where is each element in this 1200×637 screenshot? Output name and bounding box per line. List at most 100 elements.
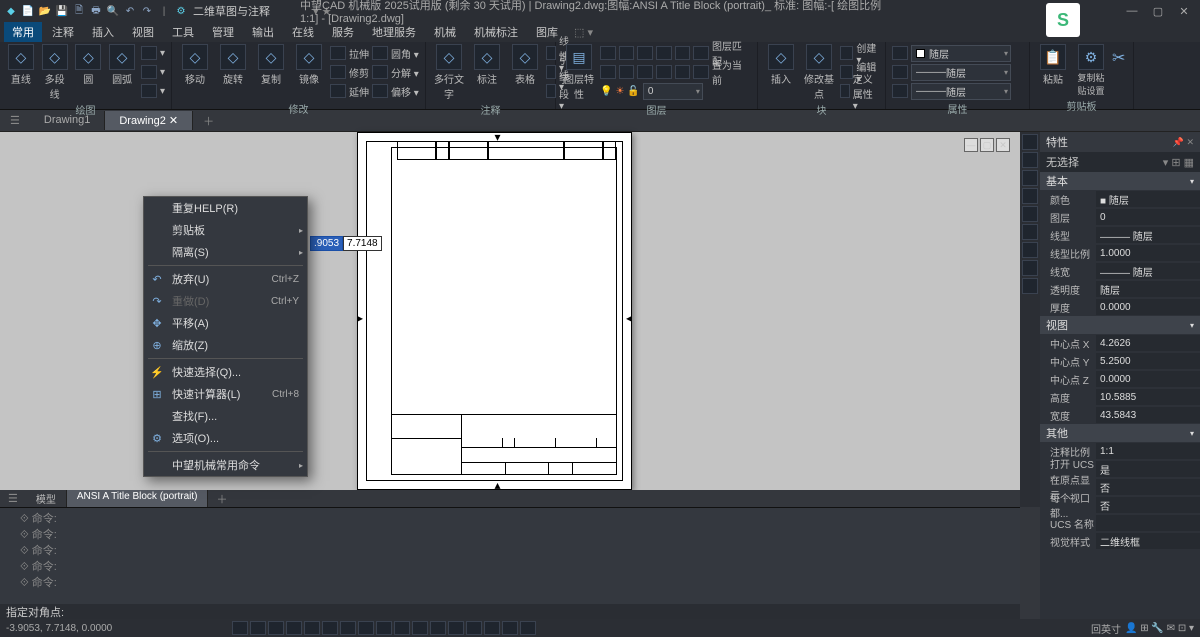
modify-复制[interactable]: ◇复制: [254, 44, 288, 86]
layout-add-button[interactable]: ＋: [208, 491, 235, 507]
layer-combo[interactable]: 0: [643, 83, 703, 100]
draw-圆弧[interactable]: ◇圆弧: [107, 44, 137, 86]
color-combo[interactable]: 随层: [911, 45, 1011, 62]
ctx-重做(D)[interactable]: ↷重做(D)Ctrl+Y: [144, 290, 307, 312]
layer-props-button[interactable]: ▤图层特性: [562, 44, 596, 101]
tab-管理[interactable]: 管理: [204, 22, 242, 42]
cut-icon[interactable]: ✂: [1112, 44, 1125, 68]
workspace-label[interactable]: 二维草图与注释: [193, 3, 270, 19]
ctx-平移(A)[interactable]: ✥平移(A): [144, 312, 307, 334]
doctab-add-button[interactable]: ＋: [193, 113, 224, 129]
block-插入[interactable]: ◇插入: [764, 44, 798, 101]
qat-plot-icon[interactable]: 🖶: [89, 4, 103, 18]
prop-group-基本[interactable]: 基本: [1040, 172, 1200, 190]
qat-redo-icon[interactable]: ↷: [140, 4, 154, 18]
tab-输出[interactable]: 输出: [244, 22, 282, 42]
prop-透明度[interactable]: 透明度随层: [1040, 280, 1200, 298]
title-bar: ◆ 📄 📂 💾 🗎 🖶 🔍 ↶ ↷ | ⚙ 二维草图与注释 ▾ ★ 中望CAD …: [0, 0, 1200, 22]
prop-图层[interactable]: 图层0: [1040, 208, 1200, 226]
layout-menu-icon[interactable]: ☰: [0, 492, 26, 505]
tab-服务[interactable]: 服务: [324, 22, 362, 42]
status-units[interactable]: 回英寸: [1091, 621, 1121, 636]
tab-地理服务[interactable]: 地理服务: [364, 22, 424, 42]
ctx-中望机械常用命令[interactable]: 中望机械常用命令▸: [144, 454, 307, 476]
qat-new-icon[interactable]: 📄: [21, 4, 35, 18]
pin-icon[interactable]: 📌 ✕: [1173, 137, 1194, 148]
ctx-快速选择(Q)...[interactable]: ⚡快速选择(Q)...: [144, 361, 307, 383]
tab-工具[interactable]: 工具: [164, 22, 202, 42]
annot-多行文字[interactable]: ◇多行文字: [432, 44, 466, 101]
vp-close-icon[interactable]: ✕: [996, 138, 1010, 152]
prop-宽度[interactable]: 宽度43.5843: [1040, 406, 1200, 424]
doctab-Drawing1[interactable]: Drawing1: [30, 111, 105, 130]
tab-插入[interactable]: 插入: [84, 22, 122, 42]
prop-线宽[interactable]: 线宽——— 随层: [1040, 262, 1200, 280]
prop-group-其他[interactable]: 其他: [1040, 424, 1200, 442]
modify-旋转[interactable]: ◇旋转: [216, 44, 250, 86]
maximize-button[interactable]: ▢: [1146, 2, 1170, 20]
panel-label-layer: 图层: [562, 101, 751, 118]
tab-常用[interactable]: 常用: [4, 22, 42, 42]
coord-x[interactable]: .9053: [310, 236, 343, 251]
prop-UCS 名称[interactable]: UCS 名称: [1040, 514, 1200, 532]
vp-restore-icon[interactable]: ▢: [980, 138, 994, 152]
mini-定义属性[interactable]: 定义属性 ▾: [840, 82, 879, 100]
modify-移动[interactable]: ◇移动: [178, 44, 212, 86]
modify-镜像[interactable]: ◇镜像: [292, 44, 326, 86]
layout-tab-0[interactable]: 模型: [26, 490, 67, 507]
block-修改基点[interactable]: ◇修改基点: [802, 44, 836, 101]
doctab-Drawing2[interactable]: Drawing2 ✕: [105, 111, 193, 130]
command-history: ⟐ 命令:⟐ 命令:⟐ 命令:⟐ 命令:⟐ 命令:: [0, 507, 1020, 604]
annot-标注[interactable]: ◇标注: [470, 44, 504, 101]
draw-多段线[interactable]: ◇多段线: [40, 44, 70, 101]
prop-线型[interactable]: 线型——— 随层: [1040, 226, 1200, 244]
qat-open-icon[interactable]: 📂: [38, 4, 52, 18]
prop-中心点 Z[interactable]: 中心点 Z0.0000: [1040, 370, 1200, 388]
doctab-menu-icon[interactable]: ☰: [0, 114, 30, 127]
minimize-button[interactable]: —: [1120, 2, 1144, 20]
draw-圆[interactable]: ◇圆: [73, 44, 103, 86]
copy-settings-button[interactable]: ⚙复制粘贴设置: [1074, 44, 1108, 97]
prop-中心点 X[interactable]: 中心点 X4.2626: [1040, 334, 1200, 352]
prop-高度[interactable]: 高度10.5885: [1040, 388, 1200, 406]
tab-机械标注[interactable]: 机械标注: [466, 22, 526, 42]
ctx-剪贴板[interactable]: 剪贴板▸: [144, 219, 307, 241]
lt-combo[interactable]: ——— 随层: [911, 83, 1011, 100]
sb-grid-icon[interactable]: [232, 621, 248, 635]
ctx-快速计算器(L)[interactable]: ⊞快速计算器(L)Ctrl+8: [144, 383, 307, 405]
tab-机械[interactable]: 机械: [426, 22, 464, 42]
paste-button[interactable]: 📋粘贴: [1036, 44, 1070, 86]
rtb-icon[interactable]: [1022, 134, 1038, 150]
selection-label[interactable]: 无选择: [1046, 154, 1079, 170]
panel-label-block: 块: [764, 101, 879, 118]
lw-combo[interactable]: ——— 随层: [911, 64, 1011, 81]
draw-直线[interactable]: ◇直线: [6, 44, 36, 86]
ctx-选项(O)...[interactable]: ⚙选项(O)...: [144, 427, 307, 449]
qat-saveas-icon[interactable]: 🗎: [72, 4, 86, 18]
annot-表格[interactable]: ◇表格: [508, 44, 542, 101]
tab-视图[interactable]: 视图: [124, 22, 162, 42]
prop-group-视图[interactable]: 视图: [1040, 316, 1200, 334]
tab-在线[interactable]: 在线: [284, 22, 322, 42]
ctx-放弃(U)[interactable]: ↶放弃(U)Ctrl+Z: [144, 268, 307, 290]
prop-厚度[interactable]: 厚度0.0000: [1040, 298, 1200, 316]
layout-tab-1[interactable]: ANSI A Title Block (portrait): [67, 490, 209, 507]
ribbon-toggle-icon[interactable]: ⬚ ▾: [574, 26, 593, 39]
prop-中心点 Y[interactable]: 中心点 Y5.2500: [1040, 352, 1200, 370]
prop-每个视口都...[interactable]: 每个视口都...否: [1040, 496, 1200, 514]
close-button[interactable]: ✕: [1172, 2, 1196, 20]
prop-颜色[interactable]: 颜色■ 随层: [1040, 190, 1200, 208]
qat-undo-icon[interactable]: ↶: [123, 4, 137, 18]
vp-min-icon[interactable]: —: [964, 138, 978, 152]
prop-线型比例[interactable]: 线型比例1.0000: [1040, 244, 1200, 262]
ctx-重复HELP(R)[interactable]: 重复HELP(R): [144, 197, 307, 219]
command-input[interactable]: 指定对角点:: [0, 604, 1020, 619]
ctx-缩放(Z)[interactable]: ⊕缩放(Z): [144, 334, 307, 356]
qat-preview-icon[interactable]: 🔍: [106, 4, 120, 18]
ctx-查找(F)...[interactable]: 查找(F)...: [144, 405, 307, 427]
ctx-隔离(S)[interactable]: 隔离(S)▸: [144, 241, 307, 263]
tab-注释[interactable]: 注释: [44, 22, 82, 42]
prop-视觉样式[interactable]: 视觉样式二维线框: [1040, 532, 1200, 550]
qat-save-icon[interactable]: 💾: [55, 4, 69, 18]
workspace-gear-icon[interactable]: ⚙: [174, 4, 188, 18]
